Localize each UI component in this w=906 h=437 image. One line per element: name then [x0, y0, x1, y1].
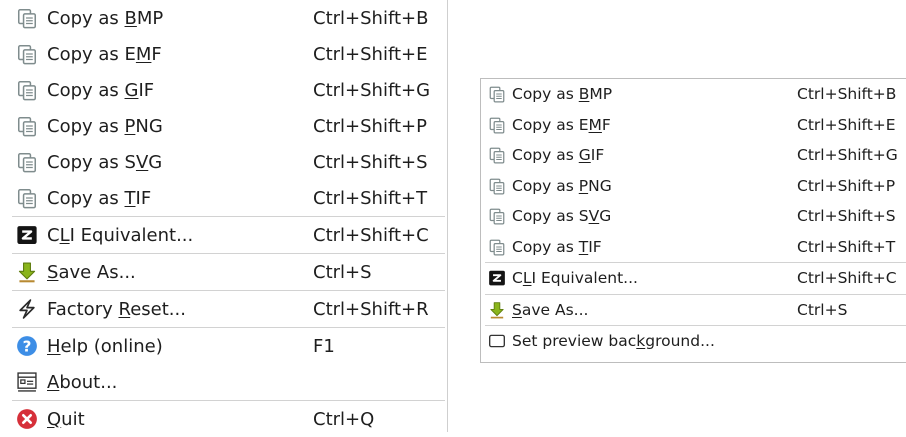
right-menu-item-cli-equivalent[interactable]: CLI Equivalent... Ctrl+Shift+C: [481, 263, 906, 294]
about-icon: [16, 371, 38, 393]
menu-item-label: Copy as SVG: [47, 151, 163, 173]
right-menu-item-copy-as-png[interactable]: Copy as PNG Ctrl+Shift+P: [481, 171, 906, 202]
menu-item-shortcut: F1: [313, 335, 335, 357]
copy-icon: [488, 207, 506, 225]
copy-icon: [16, 115, 38, 137]
menu-item-label: Save As...: [47, 261, 136, 283]
left-menu-item-copy-as-gif[interactable]: Copy as GIF Ctrl+Shift+G: [0, 72, 447, 108]
quit-icon: [16, 408, 38, 430]
copy-icon: [16, 187, 38, 209]
cli-icon: [16, 224, 38, 246]
right-menu-item-save-as[interactable]: Save As... Ctrl+S: [481, 295, 906, 326]
help-icon: ?: [16, 335, 38, 357]
svg-text:?: ?: [23, 338, 32, 356]
right-menu-item-copy-as-tif[interactable]: Copy as TIF Ctrl+Shift+T: [481, 232, 906, 263]
copy-icon: [488, 85, 506, 103]
menu-item-label: Copy as PNG: [47, 115, 163, 137]
menu-item-shortcut: Ctrl+Shift+G: [313, 79, 431, 101]
menu-item-label: Save As...: [512, 300, 589, 319]
menu-item-shortcut: Ctrl+S: [797, 300, 848, 319]
left-menu-item-copy-as-bmp[interactable]: Copy as BMP Ctrl+Shift+B: [0, 0, 447, 36]
menu-item-label: About...: [47, 371, 118, 393]
context-menu-right: Copy as BMP Ctrl+Shift+B Copy as EMF Ctrl+S…: [480, 78, 906, 363]
left-menu-item-copy-as-tif[interactable]: Copy as TIF Ctrl+Shift+T: [0, 180, 447, 216]
menu-item-label: Copy as BMP: [512, 85, 613, 104]
menu-item-label: Copy as SVG: [512, 207, 612, 226]
context-menu-left: Copy as BMP Ctrl+Shift+B Copy as EMF Ctrl+S…: [0, 0, 448, 432]
menu-item-shortcut: Ctrl+Shift+E: [797, 115, 896, 134]
right-menu-item-copy-as-gif[interactable]: Copy as GIF Ctrl+Shift+G: [481, 140, 906, 171]
right-menu-item-set-preview-background[interactable]: Set preview background...: [481, 326, 906, 357]
menu-item-label: Copy as EMF: [47, 43, 162, 65]
menu-item-label: Quit: [47, 408, 85, 430]
left-menu-item-copy-as-png[interactable]: Copy as PNG Ctrl+Shift+P: [0, 108, 447, 144]
save-icon: [16, 261, 38, 283]
menu-item-shortcut: Ctrl+Shift+B: [313, 7, 429, 29]
menu-item-shortcut: Ctrl+Shift+C: [797, 269, 897, 288]
menu-item-shortcut: Ctrl+S: [313, 261, 372, 283]
copy-icon: [488, 116, 506, 134]
menu-item-label: Copy as BMP: [47, 7, 164, 29]
menu-item-shortcut: Ctrl+Shift+T: [313, 187, 428, 209]
left-menu-item-copy-as-svg[interactable]: Copy as SVG Ctrl+Shift+S: [0, 144, 447, 180]
cli-icon: [488, 269, 506, 287]
menu-item-shortcut: Ctrl+Shift+C: [313, 224, 429, 246]
menu-item-shortcut: Ctrl+Shift+P: [313, 115, 427, 137]
reset-icon: [16, 298, 38, 320]
copy-icon: [16, 151, 38, 173]
menu-item-label: Copy as TIF: [47, 187, 152, 209]
right-menu-item-copy-as-svg[interactable]: Copy as SVG Ctrl+Shift+S: [481, 201, 906, 232]
menu-item-shortcut: Ctrl+Q: [313, 408, 375, 430]
menu-item-label: Copy as GIF: [512, 146, 605, 165]
left-menu-item-cli-equivalent[interactable]: CLI Equivalent... Ctrl+Shift+C: [0, 217, 447, 253]
save-icon: [488, 301, 506, 319]
copy-icon: [488, 238, 506, 256]
copy-icon: [16, 7, 38, 29]
menu-item-shortcut: Ctrl+Shift+T: [797, 237, 896, 256]
left-menu-item-help-online[interactable]: ? Help (online) F1: [0, 328, 447, 364]
menu-item-shortcut: Ctrl+Shift+S: [313, 151, 428, 173]
menu-item-label: Help (online): [47, 335, 163, 357]
copy-icon: [16, 43, 38, 65]
copy-icon: [16, 79, 38, 101]
menu-item-shortcut: Ctrl+Shift+R: [313, 298, 429, 320]
left-menu-item-save-as[interactable]: Save As... Ctrl+S: [0, 254, 447, 290]
right-menu-item-copy-as-bmp[interactable]: Copy as BMP Ctrl+Shift+B: [481, 79, 906, 110]
left-menu-item-copy-as-emf[interactable]: Copy as EMF Ctrl+Shift+E: [0, 36, 447, 72]
menu-item-label: Copy as GIF: [47, 79, 155, 101]
preview-background-icon: [488, 332, 506, 350]
left-menu-item-factory-reset[interactable]: Factory Reset... Ctrl+Shift+R: [0, 291, 447, 327]
menu-item-label: CLI Equivalent...: [47, 224, 194, 246]
right-menu-item-copy-as-emf[interactable]: Copy as EMF Ctrl+Shift+E: [481, 110, 906, 141]
menu-item-label: Set preview background...: [512, 332, 715, 351]
menu-item-shortcut: Ctrl+Shift+G: [797, 146, 898, 165]
menu-item-label: Copy as TIF: [512, 237, 602, 256]
menu-item-shortcut: Ctrl+Shift+B: [797, 85, 897, 104]
copy-icon: [488, 146, 506, 164]
menu-item-label: CLI Equivalent...: [512, 269, 638, 288]
menu-item-shortcut: Ctrl+Shift+S: [797, 207, 896, 226]
menu-item-label: Factory Reset...: [47, 298, 186, 320]
left-menu-item-about[interactable]: About...: [0, 364, 447, 400]
menu-item-label: Copy as PNG: [512, 176, 612, 195]
menu-item-shortcut: Ctrl+Shift+P: [797, 176, 896, 195]
menu-item-shortcut: Ctrl+Shift+E: [313, 43, 428, 65]
copy-icon: [488, 177, 506, 195]
menu-item-label: Copy as EMF: [512, 115, 611, 134]
